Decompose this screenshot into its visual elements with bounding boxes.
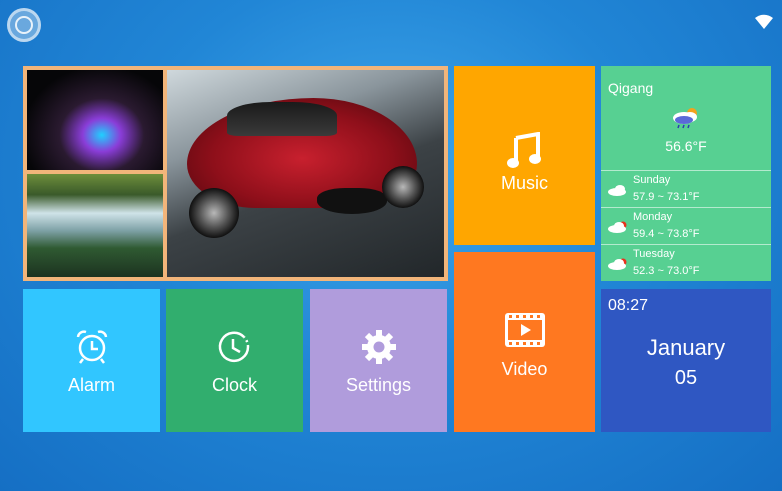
clock-tile[interactable]: Clock xyxy=(166,289,303,432)
current-time: 08:27 xyxy=(608,297,649,314)
forecast-day: Tuesday xyxy=(633,248,675,260)
clock-history-icon xyxy=(218,331,250,363)
water-splash-photo[interactable] xyxy=(27,70,163,170)
car-wheel xyxy=(382,166,424,208)
music-note-icon xyxy=(507,132,541,168)
cloud-rain-icon xyxy=(673,108,697,129)
clock-label: Clock xyxy=(211,375,257,395)
car-window xyxy=(227,102,337,136)
forecast-range: 59.4 ~ 73.8°F xyxy=(633,228,700,240)
gear-icon xyxy=(362,330,396,364)
forecast-row: Tuesday 52.3 ~ 73.0°F xyxy=(601,244,771,281)
forecast-row: Sunday 57.9 ~ 73.1°F xyxy=(601,170,771,207)
settings-tile[interactable]: Settings xyxy=(310,289,447,432)
weather-city: Qigang xyxy=(608,80,654,96)
music-label: Music xyxy=(500,173,548,193)
photo-gallery[interactable] xyxy=(23,66,448,281)
weather-widget[interactable]: Qigang 56.6°F Sunday 57.9 ~ 73.1°F Monda… xyxy=(601,66,771,281)
wifi-icon xyxy=(755,14,773,29)
forecast-day: Sunday xyxy=(633,174,671,186)
video-label: Video xyxy=(501,359,548,379)
alarm-tile[interactable]: Alarm xyxy=(23,289,160,432)
forecast-day: Monday xyxy=(633,211,673,223)
partly-cloudy-icon xyxy=(608,221,627,233)
current-temperature: 56.6°F xyxy=(665,138,707,154)
alarm-clock-icon xyxy=(76,330,108,364)
red-sports-car-photo[interactable] xyxy=(167,70,444,277)
partly-cloudy-icon xyxy=(608,258,627,270)
car-wheel xyxy=(189,188,239,238)
current-day: 05 xyxy=(674,367,698,389)
waterfall-photo[interactable] xyxy=(27,174,163,277)
forecast-row: Monday 59.4 ~ 73.8°F xyxy=(601,207,771,244)
forecast-range: 57.9 ~ 73.1°F xyxy=(633,191,700,203)
alarm-label: Alarm xyxy=(67,375,115,395)
forecast-range: 52.3 ~ 73.0°F xyxy=(633,265,700,277)
video-tile[interactable]: Video xyxy=(454,252,595,432)
home-icon[interactable] xyxy=(7,8,41,42)
car-grille xyxy=(317,188,387,214)
music-tile[interactable]: Music xyxy=(454,66,595,245)
cloud-icon xyxy=(608,185,626,196)
date-time-widget[interactable]: 08:27 January 05 xyxy=(601,289,771,432)
current-month: January xyxy=(646,335,726,360)
film-play-icon xyxy=(505,313,545,347)
settings-label: Settings xyxy=(345,375,412,395)
